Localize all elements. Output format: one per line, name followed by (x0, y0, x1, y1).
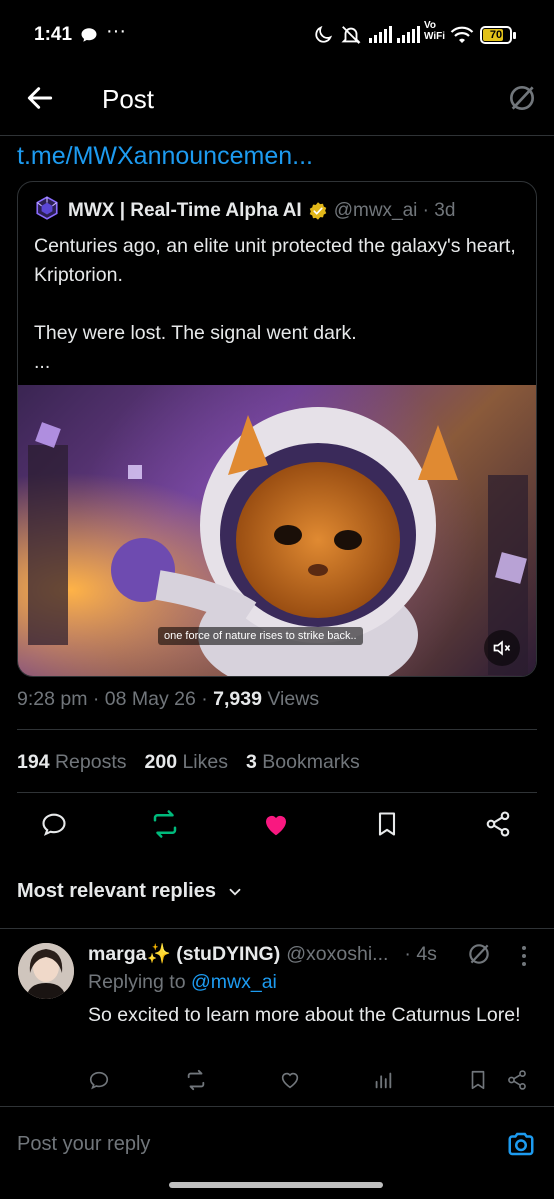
share-icon (486, 811, 510, 837)
arrow-left-icon (27, 87, 53, 109)
moon-icon (312, 24, 334, 46)
bookmark-button[interactable] (371, 808, 403, 840)
grok-icon (469, 944, 489, 964)
share-icon (508, 1070, 526, 1090)
verified-badge-icon (308, 201, 328, 221)
reply-timestamp: · 4s (404, 942, 437, 965)
muted-speaker-icon (493, 640, 511, 656)
replies-sort-dropdown[interactable]: Most relevant replies (17, 880, 244, 903)
avatar-image (18, 943, 74, 999)
likes-stat[interactable]: 200 Likes (145, 751, 229, 774)
back-button[interactable] (24, 82, 56, 114)
reply-share-button[interactable] (504, 1067, 530, 1093)
replying-to: Replying to @mwx_ai (88, 971, 277, 994)
vo-wifi-label: Vo WiFi (424, 20, 446, 42)
quoted-post-text: Centuries ago, an elite unit protected t… (34, 235, 516, 373)
battery-level: 70 (489, 29, 503, 41)
page-title: Post (102, 84, 155, 114)
mwx-logo-avatar (34, 195, 60, 227)
like-button[interactable] (260, 808, 292, 840)
reply-text: So excited to learn more about the Catur… (88, 1004, 521, 1026)
bookmarks-stat[interactable]: 3 Bookmarks (246, 751, 360, 774)
likes-count: 200 (144, 751, 178, 773)
more-notifications-indicator: ··· (106, 20, 126, 42)
reply-header: marga✨ (stuDYING) @xoxoshi... · 4s (88, 941, 437, 967)
camera-icon (508, 1132, 534, 1156)
share-button[interactable] (482, 808, 514, 840)
reply-repost-button[interactable] (183, 1067, 209, 1093)
reply-grok-button[interactable] (466, 941, 492, 967)
replying-to-handle[interactable]: @mwx_ai (191, 971, 277, 993)
likes-label: Likes (177, 751, 228, 773)
heart-icon (281, 1072, 299, 1089)
chat-bubble-icon (80, 24, 98, 46)
views-count: 7,939 (213, 688, 262, 710)
more-vertical-icon (522, 946, 526, 966)
home-indicator[interactable] (169, 1182, 383, 1188)
post-meta: 9:28 pm · 08 May 26 · 7,939 Views (17, 688, 319, 711)
reposts-label: Reposts (49, 751, 127, 773)
post-link[interactable]: t.me/MWXannouncemen... (17, 142, 313, 171)
reposts-count: 194 (17, 751, 50, 773)
status-time: 1:41 (34, 24, 73, 45)
repost-icon (187, 1069, 205, 1091)
views-label: Views (261, 688, 320, 710)
reply-author-name: marga✨ (stuDYING) (88, 943, 281, 965)
quoted-post-header: MWX | Real-Time Alpha AI @mwx_ai · 3d (34, 195, 456, 227)
reply-item[interactable]: marga✨ (stuDYING) @xoxoshi... · 4s Reply… (0, 928, 554, 1105)
signal-icon-2 (396, 24, 420, 46)
bookmarks-label: Bookmarks (256, 751, 360, 773)
reply-more-button[interactable] (514, 943, 534, 969)
divider (17, 792, 537, 793)
reply-bookmark-button[interactable] (465, 1067, 491, 1093)
repost-icon (153, 810, 177, 838)
chevron-down-icon (229, 888, 241, 896)
quoted-post-card[interactable]: MWX | Real-Time Alpha AI @mwx_ai · 3d Ce… (17, 181, 537, 677)
grok-button[interactable] (506, 82, 538, 114)
reply-author-handle: @xoxoshi... (286, 942, 389, 965)
quoted-author-handle: @mwx_ai · 3d (333, 200, 456, 221)
bookmarks-count: 3 (246, 751, 257, 773)
bookmark-icon (471, 1070, 485, 1090)
bookmark-icon (378, 812, 396, 836)
status-bar: 1:41 ··· Vo WiFi 70 (0, 0, 554, 70)
engagement-stats: 194 Reposts 200 Likes 3 Bookmarks (17, 751, 360, 774)
heart-filled-icon (266, 815, 286, 836)
signal-icon-1 (368, 24, 392, 46)
camera-button[interactable] (506, 1129, 536, 1159)
avatar[interactable] (18, 943, 74, 999)
post-timestamp: 9:28 pm · 08 May 26 · (17, 688, 214, 710)
header: Post (0, 70, 554, 136)
quoted-author-name: MWX | Real-Time Alpha AI (68, 200, 302, 221)
divider (17, 729, 537, 730)
comment-icon (89, 1071, 109, 1090)
replying-prefix: Replying to (88, 971, 191, 993)
video-subtitle: one force of nature rises to strike back… (158, 627, 363, 645)
video-media[interactable]: one force of nature rises to strike back… (18, 385, 536, 676)
reposts-stat[interactable]: 194 Reposts (17, 751, 127, 774)
analytics-icon (375, 1072, 392, 1089)
grok-icon (510, 86, 534, 110)
silent-bell-icon (340, 24, 362, 46)
reply-reply-button[interactable] (86, 1067, 112, 1093)
reply-like-button[interactable] (277, 1067, 303, 1093)
reply-button[interactable] (38, 808, 70, 840)
battery-icon: 70 (480, 24, 516, 46)
replies-sort-label: Most relevant replies (17, 880, 216, 902)
comment-icon (42, 813, 66, 836)
reply-views-button[interactable] (370, 1067, 396, 1093)
repost-button[interactable] (149, 808, 181, 840)
reply-input[interactable] (17, 1129, 457, 1159)
wifi-icon (450, 24, 474, 46)
mute-button[interactable] (484, 630, 520, 666)
